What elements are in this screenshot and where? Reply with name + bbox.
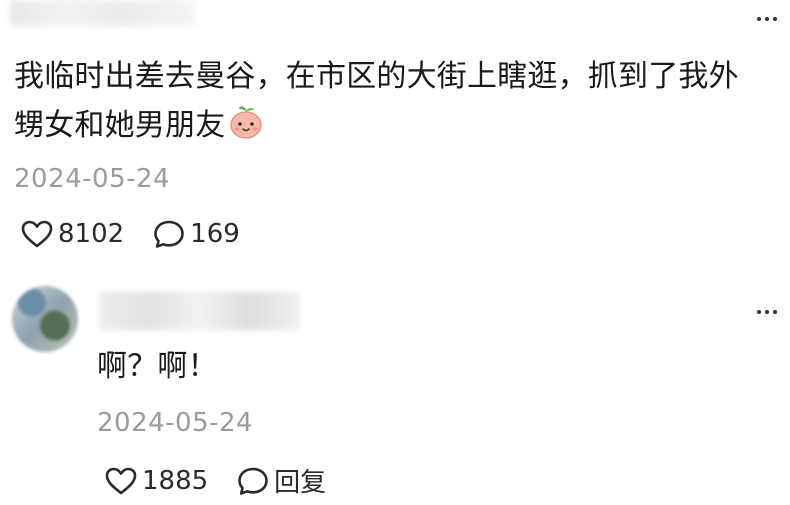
comment-count: 169 <box>190 219 240 249</box>
like-button[interactable]: 8102 <box>20 218 124 250</box>
comment-bubble-icon <box>236 465 270 497</box>
more-icon <box>757 310 777 314</box>
heart-icon <box>104 465 138 497</box>
comment-text: 我临时出差去曼谷，在市区的大街上瞎逛，抓到了我外 甥女和她男朋友 <box>14 52 739 156</box>
reply-date: 2024-05-24 <box>97 408 254 438</box>
comment-text-line-2-text: 甥女和她男朋友 <box>14 108 226 143</box>
reply-text: 啊？啊！ <box>97 349 218 384</box>
main-comment: 我临时出差去曼谷，在市区的大街上瞎逛，抓到了我外 甥女和她男朋友 2024-05… <box>0 0 790 270</box>
blurred-username <box>100 292 300 330</box>
reply-button[interactable]: 回复 <box>236 462 326 499</box>
comment-bubble-icon <box>152 218 186 250</box>
like-count: 8102 <box>58 219 125 249</box>
comment-text-line-1: 我临时出差去曼谷，在市区的大街上瞎逛，抓到了我外 <box>14 59 739 94</box>
more-options-button[interactable] <box>752 9 782 29</box>
heart-icon <box>20 218 54 250</box>
blurred-username <box>10 0 195 26</box>
avatar[interactable] <box>12 286 78 352</box>
reply-more-options-button[interactable] <box>752 302 782 322</box>
reply-label: 回复 <box>274 468 327 498</box>
comment-text-line-2: 甥女和她男朋友 <box>14 101 739 156</box>
comment-date: 2024-05-24 <box>14 164 171 194</box>
comment-button[interactable]: 169 <box>152 218 240 250</box>
comment-actions: 8102 169 <box>20 218 240 250</box>
peach-face-emoji-icon <box>227 103 265 156</box>
more-icon <box>757 17 777 21</box>
reply-like-button[interactable]: 1885 <box>104 465 208 497</box>
reply-like-count: 1885 <box>142 465 209 496</box>
reply-actions: 1885 回复 <box>104 462 326 499</box>
